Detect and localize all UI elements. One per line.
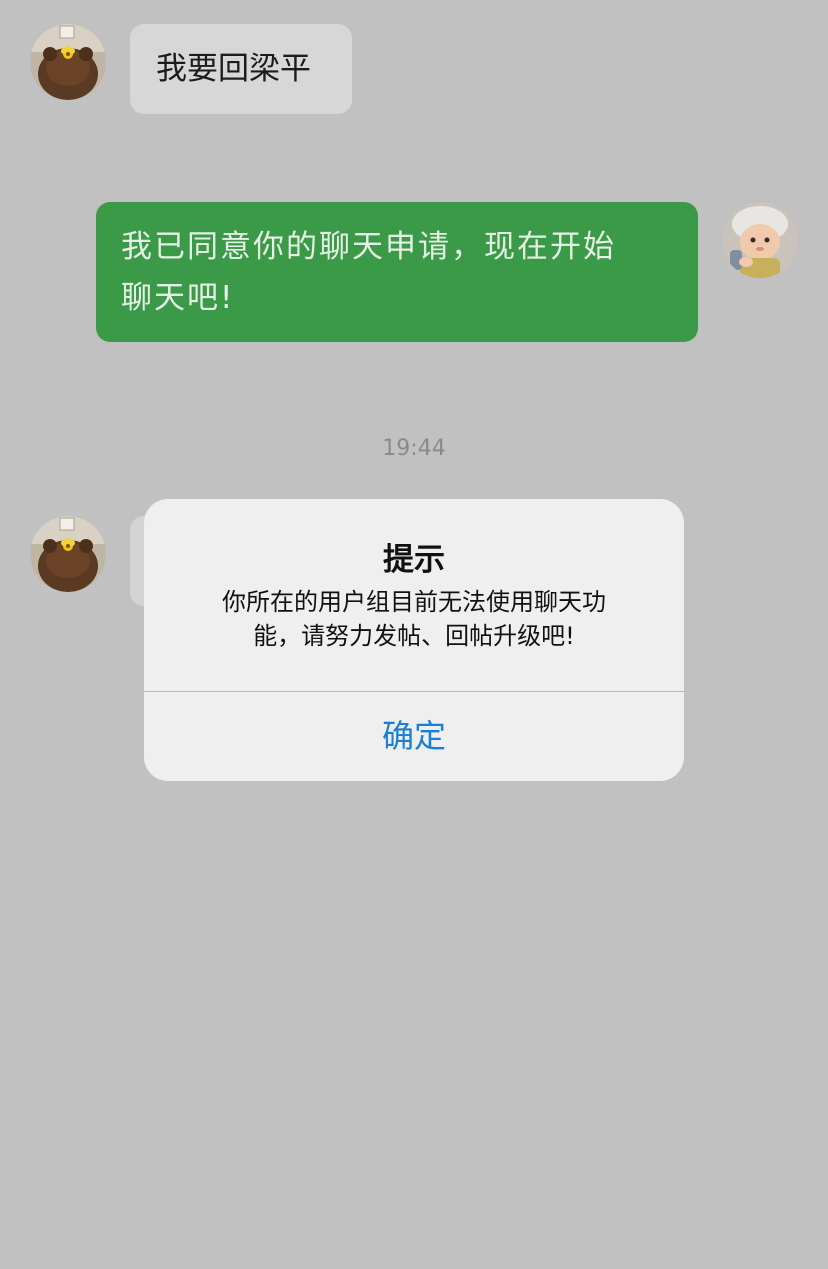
bear-avatar-icon	[30, 24, 106, 100]
timestamp: 19:44	[382, 436, 446, 461]
alert-message-line-1: 你所在的用户组目前无法使用聊天功	[222, 588, 606, 616]
confirm-button[interactable]: 确定	[144, 692, 684, 780]
message-bubble-outgoing[interactable]: 我已同意你的聊天申请，现在开始 聊天吧!	[96, 202, 698, 342]
alert-message: 你所在的用户组目前无法使用聊天功 能，请努力发帖、回帖升级吧!	[184, 585, 644, 653]
message-text-line-1: 我已同意你的聊天申请，现在开始	[121, 229, 616, 265]
baby-avatar-icon	[722, 202, 798, 278]
contact-avatar[interactable]	[30, 24, 106, 100]
self-avatar[interactable]	[722, 202, 798, 278]
contact-avatar-2[interactable]	[30, 516, 106, 592]
message-text: 我要回梁平	[156, 51, 311, 87]
bear-avatar-icon	[30, 516, 106, 592]
message-bubble-incoming[interactable]: 我要回梁平	[130, 24, 352, 114]
alert-title: 提示	[383, 542, 445, 578]
alert-message-line-2: 能，请努力发帖、回帖升级吧!	[253, 622, 575, 650]
message-text-line-2: 聊天吧!	[121, 280, 235, 316]
